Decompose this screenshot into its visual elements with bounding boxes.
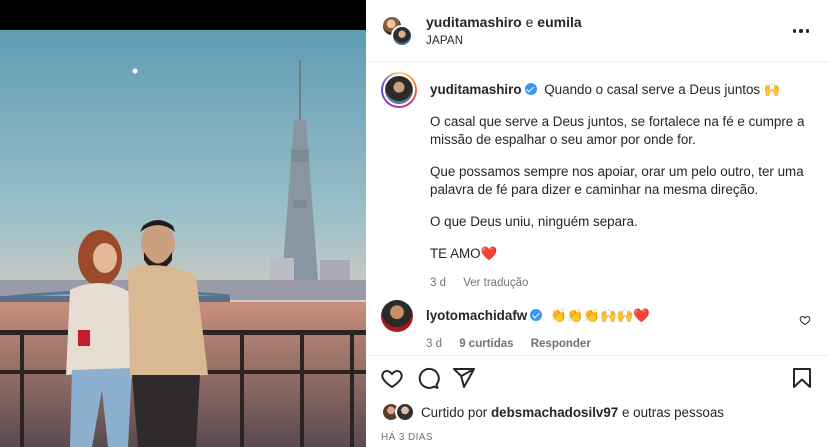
verified-icon bbox=[530, 309, 543, 321]
post-header: yuditamashiro e eumila JAPAN bbox=[366, 0, 828, 62]
post-photo[interactable] bbox=[0, 0, 366, 447]
likes-prefix: Curtido por bbox=[421, 404, 488, 420]
photo-illustration bbox=[0, 30, 366, 447]
caption-paragraph: O que Deus uniu, ninguém separa. bbox=[430, 214, 638, 229]
comment-item: lyotomachidafw 👏👏👏🙌🙌❤️ 3 d 9 curtidas Re… bbox=[381, 300, 811, 350]
caption-headline: Quando o casal serve a Deus juntos 🙌 bbox=[544, 82, 781, 97]
comment-heart-icon[interactable] bbox=[799, 314, 811, 326]
comment-age[interactable]: 3 d bbox=[426, 338, 442, 350]
header-joiner: e bbox=[525, 14, 534, 30]
caption-paragraph: O casal que serve a Deus juntos, se fort… bbox=[430, 114, 805, 147]
heart-icon[interactable] bbox=[380, 366, 404, 390]
save-icon[interactable] bbox=[790, 366, 814, 390]
avatar-eumila[interactable] bbox=[391, 24, 413, 47]
caption-username[interactable]: yuditamashiro bbox=[430, 82, 522, 97]
comment-username[interactable]: lyotomachidafw bbox=[426, 308, 527, 323]
post-modal: yuditamashiro e eumila JAPAN yuditamashi… bbox=[0, 0, 828, 447]
translate-link[interactable]: Ver tradução bbox=[463, 277, 528, 289]
caption-avatar-ring[interactable] bbox=[381, 72, 417, 108]
post-timestamp[interactable]: HÁ 3 DIAS bbox=[381, 432, 433, 443]
header-user2[interactable]: eumila bbox=[537, 14, 581, 30]
caption-body: yuditamashiro Quando o casal serve a Deu… bbox=[430, 72, 810, 292]
comment-likes[interactable]: 9 curtidas bbox=[459, 338, 513, 350]
header-user1[interactable]: yuditamashiro bbox=[426, 14, 522, 30]
verified-icon bbox=[524, 83, 537, 95]
share-icon[interactable] bbox=[452, 366, 476, 390]
comment-icon[interactable] bbox=[416, 366, 440, 390]
collab-avatars[interactable] bbox=[381, 14, 413, 47]
likes-user[interactable]: debsmachadosilv97 bbox=[491, 405, 618, 420]
likes-suffix[interactable]: e outras pessoas bbox=[622, 405, 724, 420]
action-bar bbox=[366, 355, 828, 400]
reply-button[interactable]: Responder bbox=[531, 338, 591, 350]
caption-age[interactable]: 3 d bbox=[430, 277, 446, 289]
location-link[interactable]: JAPAN bbox=[426, 35, 582, 47]
likes-summary: Curtido por debsmachadosilv97 e outras p… bbox=[381, 402, 724, 422]
comment-body: lyotomachidafw 👏👏👏🙌🙌❤️ bbox=[426, 306, 650, 326]
photo-top-band bbox=[0, 0, 366, 30]
caption-meta: 3 d Ver tradução bbox=[430, 274, 810, 292]
caption: yuditamashiro Quando o casal serve a Deu… bbox=[381, 72, 811, 292]
comment-meta: 3 d 9 curtidas Responder bbox=[426, 338, 811, 350]
likes-text: Curtido por debsmachadosilv97 e outras p… bbox=[421, 405, 724, 420]
caption-paragraph: Que possamos sempre nos apoiar, orar um … bbox=[430, 164, 804, 197]
caption-paragraph: TE AMO❤️ bbox=[430, 246, 498, 261]
liker-avatar[interactable] bbox=[395, 402, 415, 422]
comment-avatar[interactable] bbox=[381, 300, 413, 332]
post-details-panel: yuditamashiro e eumila JAPAN yuditamashi… bbox=[366, 0, 828, 447]
collab-title: yuditamashiro e eumila bbox=[426, 14, 582, 30]
header-text: yuditamashiro e eumila JAPAN bbox=[426, 14, 582, 47]
caption-avatar[interactable] bbox=[383, 74, 415, 106]
comment-text: 👏👏👏🙌🙌❤️ bbox=[549, 308, 650, 323]
more-icon[interactable] bbox=[793, 24, 809, 38]
